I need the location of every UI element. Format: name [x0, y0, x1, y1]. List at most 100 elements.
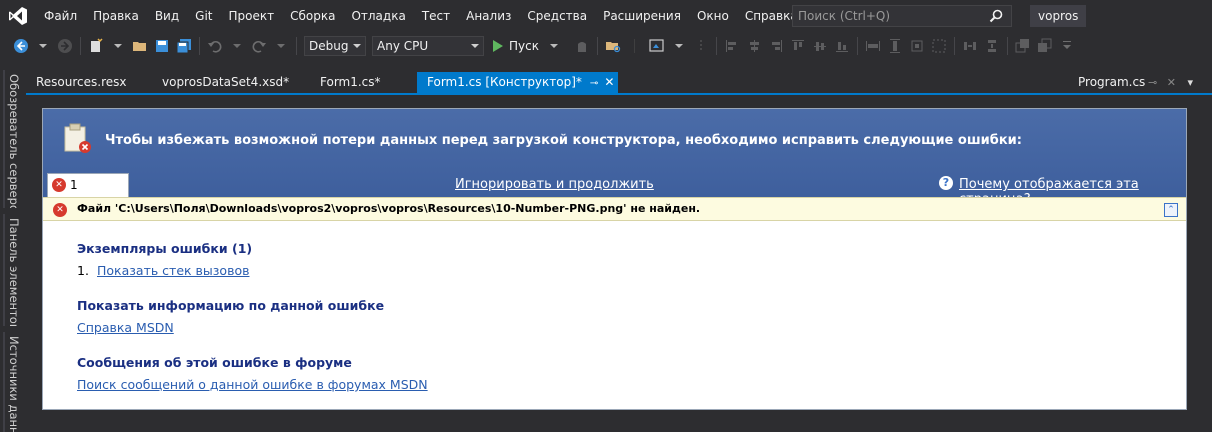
back-icon[interactable]: [12, 37, 30, 55]
dropdown-arrow-icon[interactable]: [228, 37, 246, 55]
visual-studio-logo-icon[interactable]: [0, 0, 36, 32]
tab-form1-designer[interactable]: Form1.cs [Конструктор]* ⊸ ✕: [417, 72, 619, 93]
server-explorer-tab[interactable]: Обозреватель серверов: [3, 70, 23, 208]
toolbar-overflow-icon[interactable]: [1058, 37, 1076, 55]
show-call-stack-link[interactable]: Показать стек вызовов: [97, 263, 249, 278]
error-page: Чтобы избежать возможной потери данных п…: [42, 108, 1187, 410]
toolbar-separator: [296, 37, 297, 55]
attach-icon[interactable]: [573, 37, 591, 55]
dropdown-arrow-icon[interactable]: [34, 37, 52, 55]
error-page-heading: Чтобы избежать возможной потери данных п…: [105, 133, 1022, 148]
msdn-forum-search-link[interactable]: Поиск сообщений о данной ошибке в форума…: [77, 377, 428, 392]
left-tool-window-strip: Обозреватель серверов Панель элементов И…: [0, 70, 26, 432]
save-icon[interactable]: [153, 37, 171, 55]
error-icon: ✕: [53, 203, 67, 217]
undo-icon[interactable]: [206, 37, 224, 55]
dropdown-arrow-icon[interactable]: [109, 37, 127, 55]
toolbar-separator: [856, 37, 858, 55]
toolbox-tab[interactable]: Панель элементов: [3, 214, 23, 326]
new-item-icon[interactable]: [87, 37, 105, 55]
browse-folder-icon[interactable]: [604, 37, 622, 55]
align-middles-icon[interactable]: [811, 37, 829, 55]
toolbar-separator: [715, 37, 717, 55]
toolbar: Debug Any CPU Пуск: [0, 32, 1212, 60]
error-message-text: Файл 'C:\Users\Поля\Downloads\vopros2\vo…: [77, 202, 701, 215]
search-icon[interactable]: [989, 9, 1003, 29]
document-tab-strip: Resources.resx voprosDataSet4.xsd* Form1…: [26, 70, 1212, 93]
menu-test[interactable]: Тест: [414, 0, 458, 32]
project-name-badge: vopros: [1030, 5, 1087, 27]
solution-configuration-select[interactable]: Debug: [304, 36, 366, 56]
align-bottoms-icon[interactable]: [833, 37, 851, 55]
tab-overflow-controls: ⊸ ✕ ▾: [1148, 72, 1193, 93]
dropdown-arrow-icon[interactable]: [670, 37, 688, 55]
bring-to-front-icon[interactable]: [1014, 37, 1032, 55]
error-count-tab[interactable]: ✕ 1 ошибка: [47, 173, 129, 214]
save-all-icon[interactable]: [175, 37, 193, 55]
align-rights-icon[interactable]: [767, 37, 785, 55]
menu-tools[interactable]: Средства: [519, 0, 595, 32]
toolbar-separator: [199, 37, 200, 55]
menu-view[interactable]: Вид: [147, 0, 187, 32]
same-size-icon[interactable]: [908, 37, 926, 55]
tab-form1-cs[interactable]: Form1.cs*: [310, 72, 391, 93]
msdn-help-link[interactable]: Справка MSDN: [77, 320, 174, 335]
error-info-title: Показать информацию по данной ошибке: [77, 298, 385, 313]
menu-analyze[interactable]: Анализ: [458, 0, 519, 32]
menu-debug[interactable]: Отладка: [343, 0, 413, 32]
menu-extensions[interactable]: Расширения: [595, 0, 689, 32]
play-icon: [493, 40, 503, 52]
solution-configuration-value: Debug: [309, 39, 349, 53]
grip-icon: [692, 37, 710, 55]
dropdown-arrow-icon[interactable]: [545, 37, 563, 55]
start-button-label: Пуск: [509, 39, 539, 53]
tab-vopros-dataset[interactable]: voprosDataSet4.xsd*: [152, 72, 299, 93]
error-message-row: ✕ Файл 'C:\Users\Поля\Downloads\vopros2\…: [43, 197, 1186, 221]
horizontal-spacing-icon[interactable]: [961, 37, 979, 55]
menu-project[interactable]: Проект: [221, 0, 283, 32]
same-height-icon[interactable]: [886, 37, 904, 55]
close-icon[interactable]: ✕: [604, 75, 614, 89]
toolbar-separator: [596, 37, 598, 55]
solution-platform-select[interactable]: Any CPU: [372, 36, 484, 56]
help-icon[interactable]: ?: [939, 176, 953, 190]
toolbar-separator: [953, 37, 955, 55]
search-input[interactable]: Поиск (Ctrl+Q): [792, 5, 1012, 27]
align-centers-icon[interactable]: [745, 37, 763, 55]
tab-program-cs[interactable]: Program.cs: [1078, 72, 1145, 93]
error-icon: ✕: [52, 178, 66, 192]
error-instances-title: Экземпляры ошибки (1): [77, 241, 253, 256]
error-page-header: Чтобы избежать возможной потери данных п…: [43, 109, 1186, 214]
send-to-back-icon[interactable]: [1036, 37, 1054, 55]
dropdown-arrow-icon[interactable]: [272, 37, 290, 55]
view-designer-icon[interactable]: [648, 37, 666, 55]
start-button[interactable]: Пуск: [493, 37, 565, 55]
search-placeholder: Поиск (Ctrl+Q): [798, 9, 891, 23]
solution-platform-value: Any CPU: [377, 39, 429, 53]
menu-git[interactable]: Git: [187, 0, 220, 32]
collapse-icon[interactable]: ⌃: [1164, 203, 1178, 217]
align-tops-icon[interactable]: [789, 37, 807, 55]
tab-dropdown-icon[interactable]: ▾: [1187, 76, 1193, 89]
close-icon[interactable]: ✕: [1167, 76, 1176, 89]
toolbar-sep-icon: [626, 37, 644, 55]
toolbar-separator: [80, 37, 81, 55]
align-lefts-icon[interactable]: [723, 37, 741, 55]
menu-edit[interactable]: Правка: [85, 0, 147, 32]
open-folder-icon[interactable]: [131, 37, 149, 55]
pin-icon[interactable]: ⊸: [1148, 76, 1157, 89]
ignore-and-continue-link[interactable]: Игнорировать и продолжить: [455, 177, 654, 192]
tab-resources-resx[interactable]: Resources.resx: [26, 72, 137, 93]
forward-icon[interactable]: [56, 37, 74, 55]
same-width-icon[interactable]: [864, 37, 882, 55]
vertical-spacing-icon[interactable]: [983, 37, 1001, 55]
menu-build[interactable]: Сборка: [282, 0, 343, 32]
redo-icon[interactable]: [250, 37, 268, 55]
menu-file[interactable]: Файл: [36, 0, 85, 32]
menu-window[interactable]: Окно: [689, 0, 737, 32]
size-to-grid-icon[interactable]: [930, 37, 948, 55]
pin-icon[interactable]: ⊸: [590, 78, 598, 89]
tab-form1-designer-label: Form1.cs [Конструктор]*: [427, 75, 582, 89]
data-sources-tab[interactable]: Источники данных: [3, 332, 23, 432]
clipboard-error-icon: [61, 123, 93, 155]
